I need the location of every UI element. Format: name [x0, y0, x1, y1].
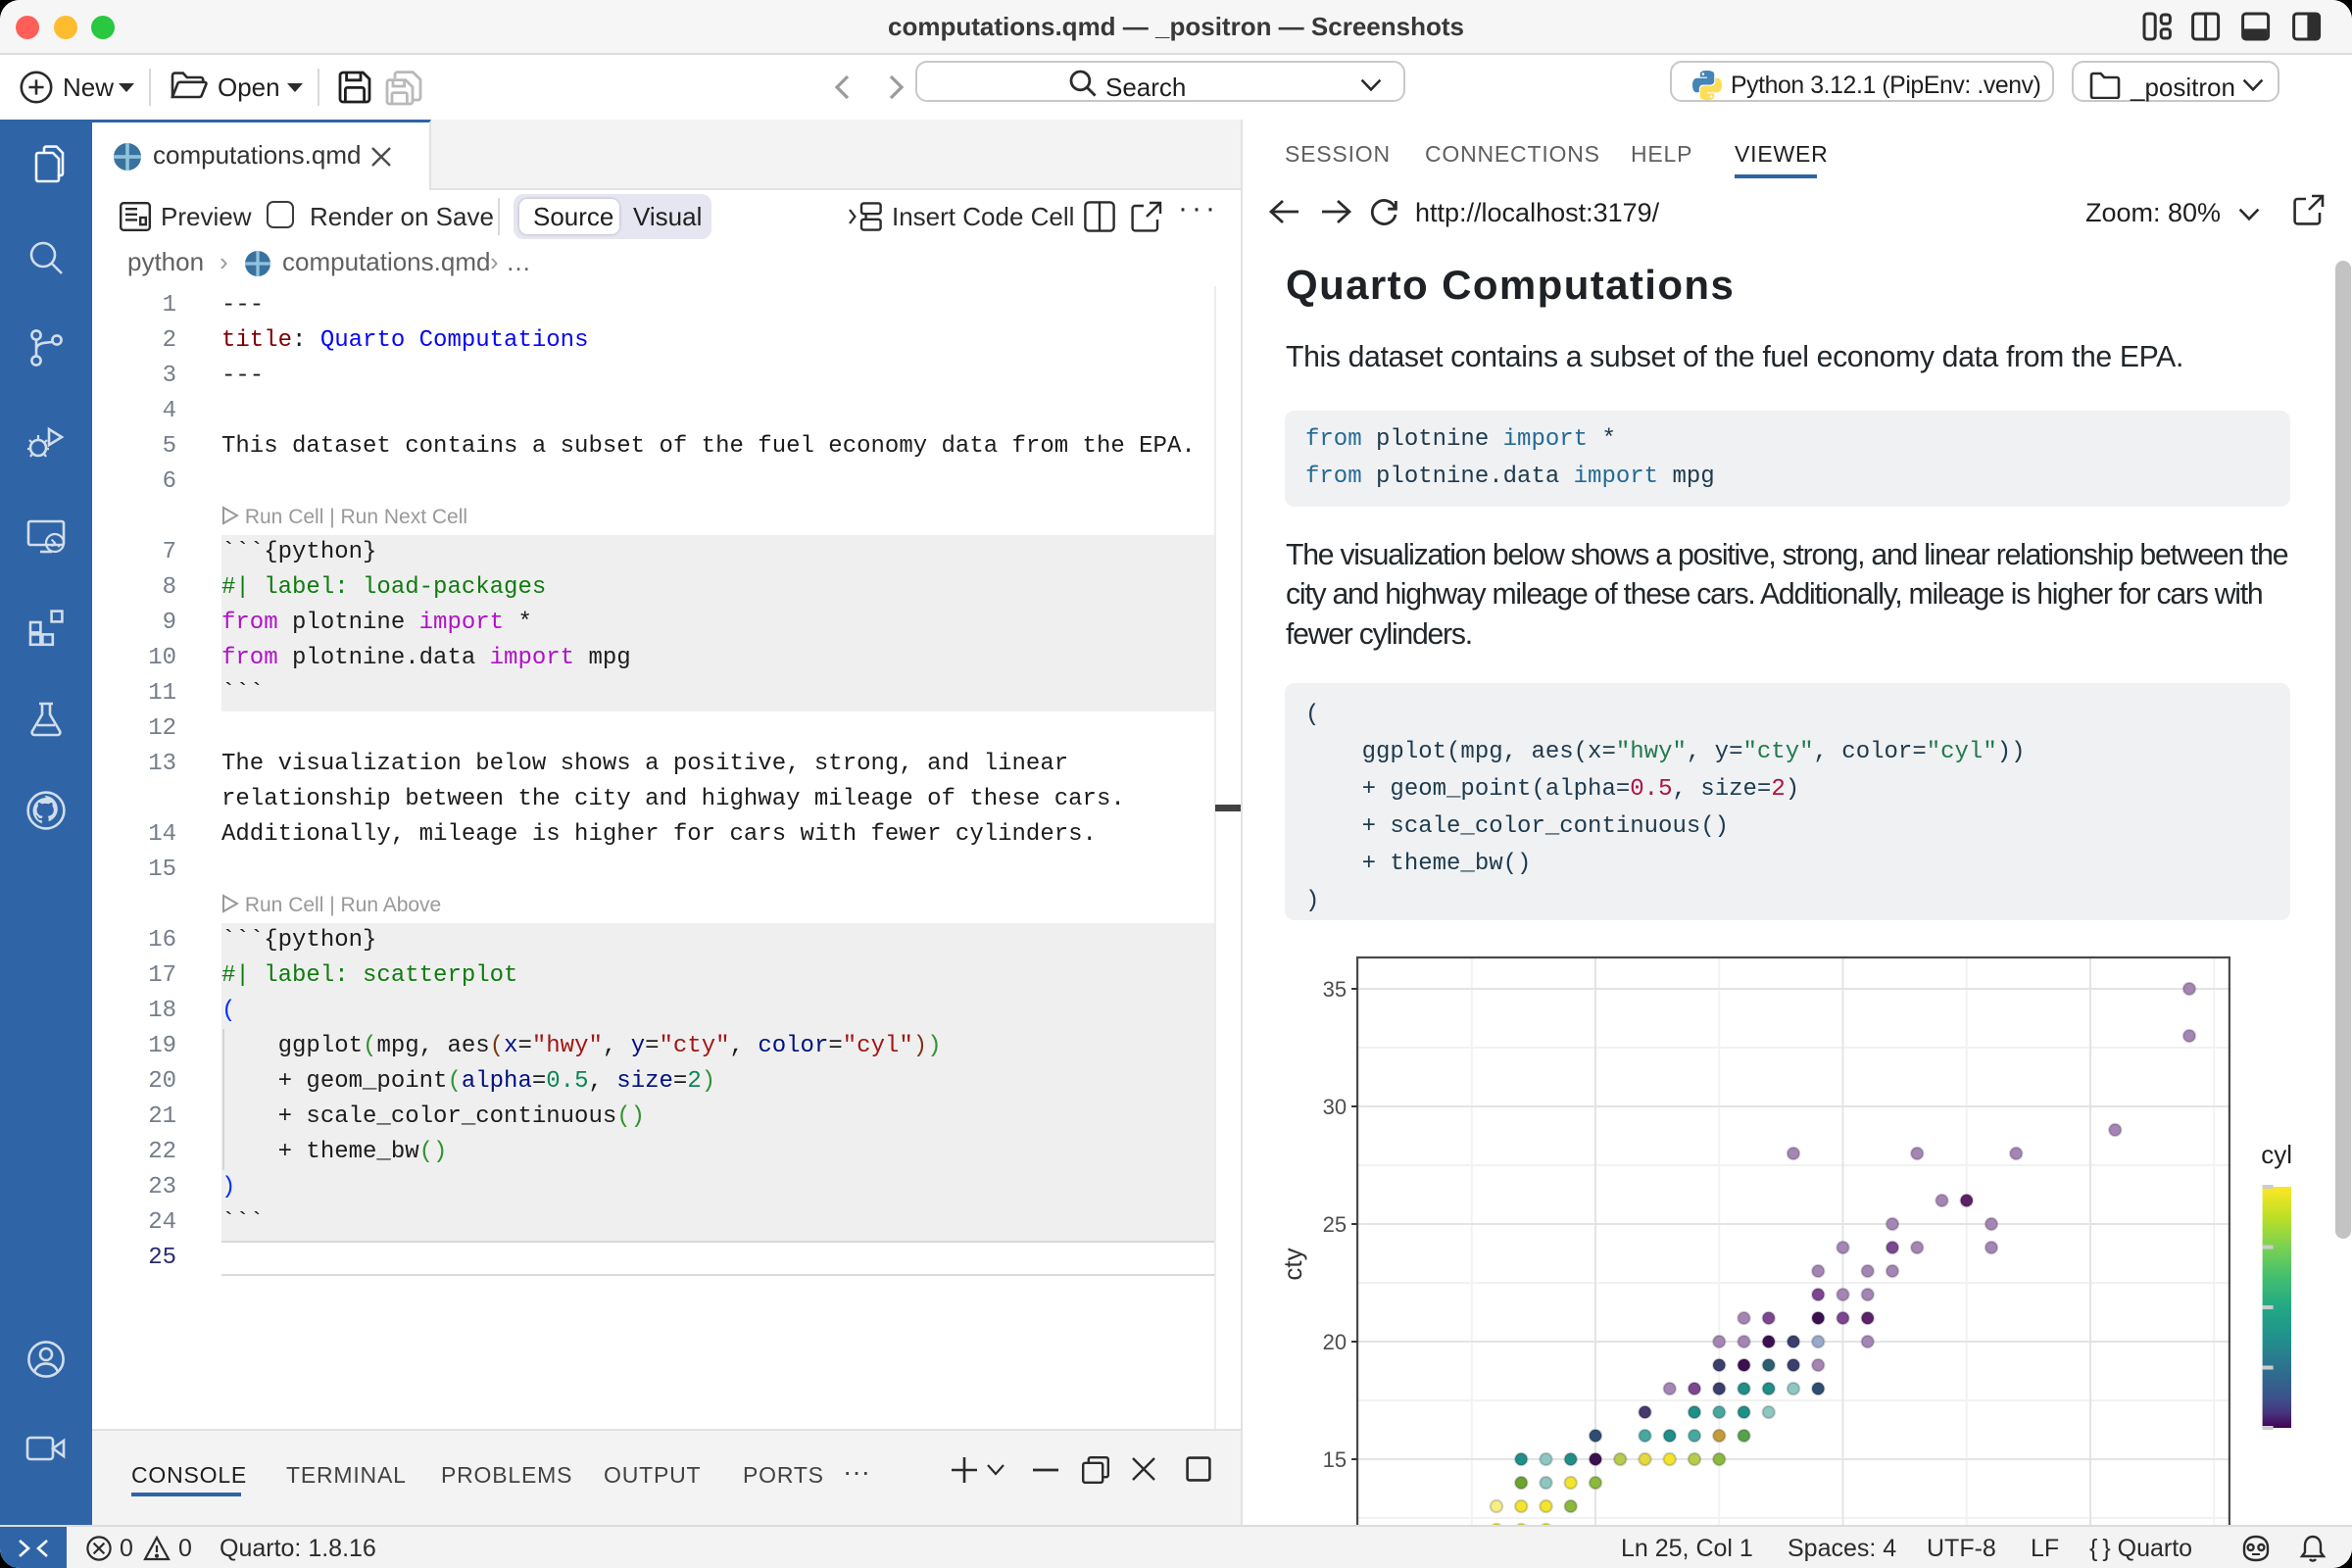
svg-text:25: 25	[1323, 1212, 1347, 1237]
svg-text:cyl: cyl	[2261, 1140, 2292, 1169]
svg-text:20: 20	[1323, 1330, 1347, 1354]
svg-text:15: 15	[1323, 1447, 1347, 1472]
svg-text:cty: cty	[1278, 1248, 1307, 1280]
svg-text:35: 35	[1323, 977, 1347, 1002]
svg-text:30: 30	[1323, 1095, 1347, 1119]
